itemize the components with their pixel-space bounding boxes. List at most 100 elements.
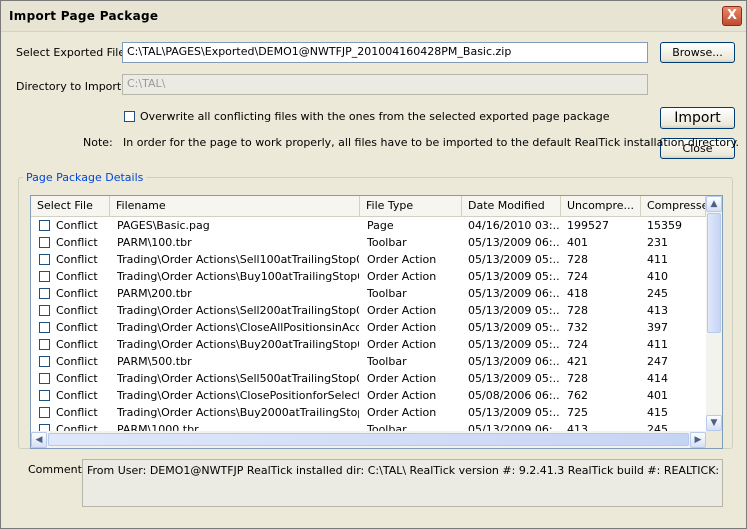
cell-compressed: 415	[647, 406, 668, 419]
cell-file-type: Order Action	[367, 321, 437, 334]
cell-uncompressed: 732	[567, 321, 588, 334]
select-file-checkbox[interactable]	[39, 305, 50, 316]
cell-compressed: 15359	[647, 219, 682, 232]
directory-input: C:\TAL\	[122, 74, 648, 95]
cell-compressed: 245	[647, 287, 668, 300]
cell-select-status: Conflict	[56, 287, 98, 300]
cell-date-modified: 05/13/2009 05:...	[468, 372, 560, 385]
cell-select-status: Conflict	[56, 355, 98, 368]
title-bar: Import Page Package X	[1, 1, 746, 32]
select-file-checkbox[interactable]	[39, 220, 50, 231]
table-row[interactable]: Conflict Trading\Order Actions\Buy100atTr…	[31, 268, 706, 285]
table-row[interactable]: Conflict PARM\100.tbr Toolbar 05/13/2009 06…	[31, 234, 706, 251]
cell-filename: Trading\Order Actions\Sell100atTrailingS…	[117, 253, 359, 266]
list-header: Select File Filename File Type Date Modi…	[31, 196, 706, 217]
cell-file-type: Toolbar	[367, 287, 407, 300]
cell-date-modified: 05/13/2009 06:...	[468, 355, 560, 368]
column-header-uncompressed[interactable]: Uncompre...	[561, 196, 641, 216]
table-row[interactable]: Conflict PARM\200.tbr Toolbar 05/13/2009 06…	[31, 285, 706, 302]
column-header-compressed[interactable]: Compresse...	[641, 196, 706, 216]
column-header-filename[interactable]: Filename	[110, 196, 360, 216]
horizontal-scroll-thumb[interactable]	[48, 433, 689, 446]
cell-select-status: Conflict	[56, 236, 98, 249]
select-file-checkbox[interactable]	[39, 288, 50, 299]
cell-filename: PARM\100.tbr	[117, 236, 192, 249]
overwrite-checkbox[interactable]	[124, 111, 135, 122]
cell-compressed: 414	[647, 372, 668, 385]
cell-filename: Trading\Order Actions\ClosePositionforSe…	[117, 389, 359, 402]
cell-filename: Trading\Order Actions\Buy2000atTrailingS…	[117, 406, 359, 419]
horizontal-scrollbar[interactable]: ◀ ▶	[31, 431, 706, 448]
cell-select-status: Conflict	[56, 406, 98, 419]
exported-file-input[interactable]: C:\TAL\PAGES\Exported\DEMO1@NWTFJP_20100…	[122, 42, 648, 63]
arrow-left-icon[interactable]: ◀	[31, 432, 47, 448]
cell-select-status: Conflict	[56, 389, 98, 402]
column-header-file-type[interactable]: File Type	[360, 196, 462, 216]
file-list: Select File Filename File Type Date Modi…	[30, 195, 723, 449]
cell-date-modified: 05/13/2009 05:...	[468, 406, 560, 419]
close-window-button[interactable]: X	[722, 6, 742, 26]
table-row[interactable]: Conflict Trading\Order Actions\Buy2000atT…	[31, 404, 706, 421]
cell-file-type: Order Action	[367, 389, 437, 402]
select-file-checkbox[interactable]	[39, 390, 50, 401]
cell-uncompressed: 728	[567, 253, 588, 266]
table-row[interactable]: Conflict Trading\Order Actions\Sell100atT…	[31, 251, 706, 268]
vertical-scroll-thumb[interactable]	[707, 213, 721, 333]
cell-select-status: Conflict	[56, 253, 98, 266]
table-row[interactable]: Conflict PARM\500.tbr Toolbar 05/13/2009 06…	[31, 353, 706, 370]
cell-compressed: 397	[647, 321, 668, 334]
cell-compressed: 411	[647, 253, 668, 266]
cell-filename: PARM\500.tbr	[117, 355, 192, 368]
table-row[interactable]: Conflict PAGES\Basic.pag Page 04/16/2010 03…	[31, 217, 706, 234]
cell-file-type: Order Action	[367, 338, 437, 351]
directory-label: Directory to Import to:	[16, 80, 140, 93]
cell-date-modified: 05/13/2009 06:...	[468, 287, 560, 300]
cell-select-status: Conflict	[56, 372, 98, 385]
cell-date-modified: 05/13/2009 05:...	[468, 321, 560, 334]
exported-file-label: Select Exported File:	[16, 46, 129, 59]
cell-compressed: 413	[647, 304, 668, 317]
table-row[interactable]: Conflict Trading\Order Actions\CloseAllPo…	[31, 319, 706, 336]
column-header-date-modified[interactable]: Date Modified	[462, 196, 561, 216]
cell-filename: Trading\Order Actions\Sell200atTrailingS…	[117, 304, 359, 317]
select-file-checkbox[interactable]	[39, 254, 50, 265]
cell-uncompressed: 421	[567, 355, 588, 368]
arrow-right-icon[interactable]: ▶	[690, 432, 706, 448]
cell-filename: PARM\200.tbr	[117, 287, 192, 300]
select-file-checkbox[interactable]	[39, 339, 50, 350]
cell-date-modified: 04/16/2010 03:...	[468, 219, 560, 232]
cell-select-status: Conflict	[56, 338, 98, 351]
cell-date-modified: 05/13/2009 06:...	[468, 236, 560, 249]
arrow-down-icon[interactable]: ▼	[706, 415, 722, 431]
cell-compressed: 247	[647, 355, 668, 368]
cell-file-type: Page	[367, 219, 394, 232]
import-page-package-dialog: Import Page Package X Select Exported Fi…	[0, 0, 747, 529]
comment-label: Comment:	[28, 463, 86, 476]
cell-file-type: Toolbar	[367, 236, 407, 249]
select-file-checkbox[interactable]	[39, 271, 50, 282]
page-package-details-label: Page Package Details	[23, 171, 147, 184]
select-file-checkbox[interactable]	[39, 237, 50, 248]
table-row[interactable]: Conflict Trading\Order Actions\Sell500atT…	[31, 370, 706, 387]
cell-uncompressed: 724	[567, 270, 588, 283]
browse-button[interactable]: Browse...	[660, 42, 735, 63]
select-file-checkbox[interactable]	[39, 373, 50, 384]
table-row[interactable]: Conflict Trading\Order Actions\ClosePosit…	[31, 387, 706, 404]
cell-compressed: 401	[647, 389, 668, 402]
select-file-checkbox[interactable]	[39, 322, 50, 333]
cell-compressed: 231	[647, 236, 668, 249]
vertical-scrollbar[interactable]: ▲ ▼	[706, 196, 722, 431]
select-file-checkbox[interactable]	[39, 407, 50, 418]
note-text: In order for the page to work properly, …	[123, 136, 740, 149]
cell-file-type: Order Action	[367, 406, 437, 419]
column-header-select-file[interactable]: Select File	[31, 196, 110, 216]
import-button[interactable]: Import	[660, 107, 735, 129]
cell-uncompressed: 762	[567, 389, 588, 402]
cell-filename: Trading\Order Actions\Buy100atTrailingSt…	[117, 270, 359, 283]
table-row[interactable]: Conflict Trading\Order Actions\Sell200atT…	[31, 302, 706, 319]
arrow-up-icon[interactable]: ▲	[706, 196, 722, 212]
cell-uncompressed: 725	[567, 406, 588, 419]
cell-uncompressed: 728	[567, 304, 588, 317]
select-file-checkbox[interactable]	[39, 356, 50, 367]
table-row[interactable]: Conflict Trading\Order Actions\Buy200atTr…	[31, 336, 706, 353]
